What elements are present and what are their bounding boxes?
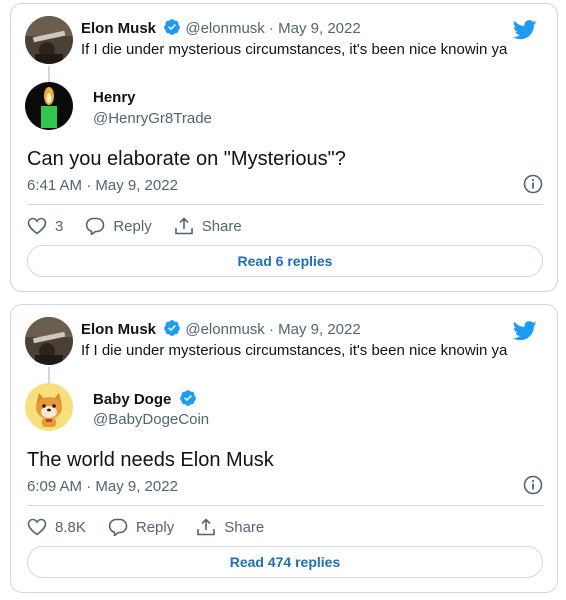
divider	[27, 505, 543, 506]
reply-author-handle[interactable]: @BabyDogeCoin	[93, 410, 209, 430]
reply-label: Reply	[113, 217, 152, 235]
divider	[27, 204, 543, 205]
info-icon[interactable]	[523, 174, 543, 199]
reply-author-name-text[interactable]: Baby Doge	[93, 391, 171, 408]
tweet-card[interactable]: Elon Musk @elonmusk · May 9, 2022 If I d…	[10, 3, 558, 292]
reply-button[interactable]: Reply	[108, 518, 174, 536]
reply-icon	[86, 217, 105, 235]
twitter-bird-icon[interactable]	[512, 321, 537, 346]
read-replies-button[interactable]: Read 6 replies	[27, 245, 543, 277]
verified-badge-icon	[163, 18, 181, 42]
author-name[interactable]: Elon Musk	[81, 321, 156, 338]
share-label: Share	[224, 518, 265, 536]
parent-tweet-text: If I die under mysterious circumstances,…	[81, 342, 508, 359]
like-button[interactable]: 3	[27, 217, 63, 235]
heart-icon	[27, 518, 47, 536]
tweet-timestamp[interactable]: 6:41 AM · May 9, 2022	[27, 176, 178, 196]
parent-tweet[interactable]: Elon Musk @elonmusk · May 9, 2022 If I d…	[25, 16, 543, 86]
info-icon[interactable]	[523, 475, 543, 500]
share-button[interactable]: Share	[196, 518, 264, 536]
reply-author[interactable]: Baby Doge @BabyDogeCoin	[25, 383, 543, 433]
tweet-timestamp[interactable]: 6:09 AM · May 9, 2022	[27, 477, 178, 497]
like-button[interactable]: 8.8K	[27, 518, 86, 536]
share-icon	[197, 518, 216, 536]
avatar[interactable]	[25, 16, 73, 64]
reply-author[interactable]: Henry @HenryGr8Trade	[25, 82, 543, 132]
like-count: 8.8K	[55, 518, 86, 536]
avatar[interactable]	[25, 317, 73, 365]
share-button[interactable]: Share	[174, 217, 242, 235]
author-handle[interactable]: @elonmusk	[185, 20, 264, 37]
author-handle[interactable]: @elonmusk	[185, 321, 264, 338]
avatar[interactable]	[25, 82, 73, 130]
tweet-date[interactable]: May 9, 2022	[278, 20, 361, 37]
author-name[interactable]: Elon Musk	[81, 20, 156, 37]
tweet-text: Can you elaborate on "Mysterious"?	[27, 148, 346, 170]
tweet-text: The world needs Elon Musk	[27, 449, 274, 471]
separator-dot: ·	[268, 321, 274, 338]
reply-author-handle[interactable]: @HenryGr8Trade	[93, 109, 212, 129]
parent-header: Elon Musk @elonmusk · May 9, 2022	[81, 18, 503, 42]
parent-header: Elon Musk @elonmusk · May 9, 2022	[81, 319, 503, 343]
avatar[interactable]	[25, 383, 73, 431]
reply-button[interactable]: Reply	[85, 217, 152, 235]
share-icon	[174, 217, 193, 235]
parent-tweet[interactable]: Elon Musk @elonmusk · May 9, 2022 If I d…	[25, 317, 543, 387]
twitter-bird-icon[interactable]	[512, 20, 537, 45]
tweet-date[interactable]: May 9, 2022	[278, 321, 361, 338]
heart-icon	[27, 217, 47, 235]
parent-tweet-text: If I die under mysterious circumstances,…	[81, 41, 508, 58]
tweet-actions: 3 Reply Share	[27, 214, 264, 238]
tweet-actions: 8.8K Reply Share	[27, 515, 286, 539]
share-label: Share	[201, 217, 242, 235]
like-count: 3	[55, 217, 64, 235]
reply-author-name[interactable]: Henry	[93, 88, 136, 108]
verified-badge-icon	[163, 319, 181, 343]
separator-dot: ·	[268, 20, 274, 37]
reply-label: Reply	[135, 518, 175, 536]
reply-icon	[108, 518, 128, 536]
tweet-card[interactable]: Elon Musk @elonmusk · May 9, 2022 If I d…	[10, 304, 558, 593]
read-replies-button[interactable]: Read 474 replies	[27, 546, 543, 578]
